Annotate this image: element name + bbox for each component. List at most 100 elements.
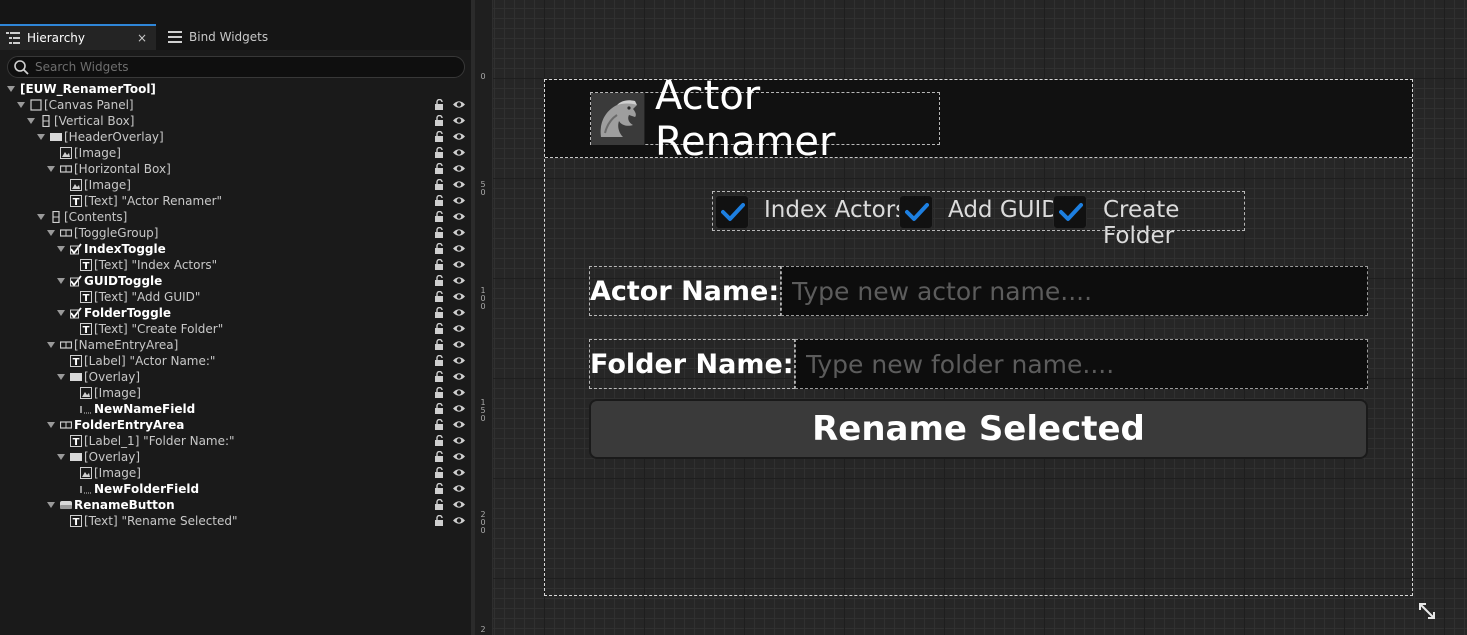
unlock-icon[interactable] [434, 434, 445, 446]
expand-arrow-icon[interactable] [56, 452, 66, 462]
unlock-icon[interactable] [434, 450, 445, 462]
tree-row[interactable]: GUIDToggle [0, 273, 471, 289]
eye-icon[interactable] [452, 515, 466, 526]
expand-arrow-icon[interactable] [46, 228, 56, 238]
tree-row[interactable]: T [Text] "Rename Selected" [0, 513, 471, 529]
tree-row[interactable]: [HeaderOverlay] [0, 129, 471, 145]
expand-arrow-icon[interactable] [56, 276, 66, 286]
eye-icon[interactable] [452, 163, 466, 174]
eye-icon[interactable] [452, 211, 466, 222]
folder-toggle-checkbox[interactable] [1053, 195, 1087, 229]
unlock-icon[interactable] [434, 210, 445, 222]
unlock-icon[interactable] [434, 130, 445, 142]
tree-row[interactable]: [Image] [0, 385, 471, 401]
close-icon[interactable]: × [137, 31, 147, 45]
title-horizontal-box[interactable]: Actor Renamer [590, 73, 940, 165]
unlock-icon[interactable] [434, 114, 445, 126]
index-toggle-checkbox[interactable] [715, 195, 749, 229]
unlock-icon[interactable] [434, 146, 445, 158]
unlock-icon[interactable] [434, 178, 445, 190]
tree-row[interactable]: FolderEntryArea [0, 417, 471, 433]
tree-row[interactable]: T [Text] "Index Actors" [0, 257, 471, 273]
expand-arrow-icon[interactable] [46, 340, 56, 350]
expand-arrow-icon[interactable] [56, 244, 66, 254]
eye-icon[interactable] [452, 99, 466, 110]
unlock-icon[interactable] [434, 498, 445, 510]
unlock-icon[interactable] [434, 466, 445, 478]
header-overlay[interactable]: Actor Renamer [545, 73, 1412, 165]
tree-row[interactable]: NewNameField [0, 401, 471, 417]
tree-row[interactable]: [Contents] [0, 209, 471, 225]
expand-arrow-icon[interactable] [46, 164, 56, 174]
unlock-icon[interactable] [434, 226, 445, 238]
eye-icon[interactable] [452, 259, 466, 270]
eye-icon[interactable] [452, 371, 466, 382]
tree-row[interactable]: [EUW_RenamerTool] [0, 81, 471, 97]
expand-arrow-icon[interactable] [56, 372, 66, 382]
tree-row[interactable]: [ToggleGroup] [0, 225, 471, 241]
tree-row[interactable]: T [Label_1] "Folder Name:" [0, 433, 471, 449]
tree-row[interactable]: [Canvas Panel] [0, 97, 471, 113]
unlock-icon[interactable] [434, 274, 445, 286]
eye-icon[interactable] [452, 115, 466, 126]
unlock-icon[interactable] [434, 290, 445, 302]
expand-arrow-icon[interactable] [36, 132, 46, 142]
tree-row[interactable]: NewFolderField [0, 481, 471, 497]
tab-bind-widgets[interactable]: Bind Widgets [160, 24, 310, 50]
unlock-icon[interactable] [434, 194, 445, 206]
unlock-icon[interactable] [434, 514, 445, 526]
tree-row[interactable]: [Overlay] [0, 369, 471, 385]
expand-arrow-icon[interactable] [56, 308, 66, 318]
actor-name-input[interactable] [792, 276, 1348, 306]
expand-arrow-icon[interactable] [26, 116, 36, 126]
unlock-icon[interactable] [434, 98, 445, 110]
eye-icon[interactable] [452, 387, 466, 398]
eye-icon[interactable] [452, 499, 466, 510]
expand-arrow-icon[interactable] [46, 420, 56, 430]
new-folder-field[interactable] [795, 339, 1368, 389]
unlock-icon[interactable] [434, 418, 445, 430]
expand-arrow-icon[interactable] [16, 100, 26, 110]
rename-selected-button[interactable]: Rename Selected [589, 399, 1368, 459]
tree-row[interactable]: IndexToggle [0, 241, 471, 257]
expand-arrow-icon[interactable] [6, 84, 16, 94]
unlock-icon[interactable] [434, 306, 445, 318]
new-name-field[interactable] [781, 266, 1368, 316]
eye-icon[interactable] [452, 419, 466, 430]
tree-row[interactable]: T [Text] "Create Folder" [0, 321, 471, 337]
tree-row[interactable]: [Image] [0, 145, 471, 161]
tree-row[interactable]: T [Text] "Add GUID" [0, 289, 471, 305]
eye-icon[interactable] [452, 291, 466, 302]
toggle-group[interactable]: Index Actors Add GUID Create Folder [712, 191, 1245, 249]
eye-icon[interactable] [452, 307, 466, 318]
unlock-icon[interactable] [434, 402, 445, 414]
unlock-icon[interactable] [434, 386, 445, 398]
folder-name-input[interactable] [806, 349, 1349, 379]
unlock-icon[interactable] [434, 322, 445, 334]
unlock-icon[interactable] [434, 370, 445, 382]
eye-icon[interactable] [452, 483, 466, 494]
eye-icon[interactable] [452, 275, 466, 286]
eye-icon[interactable] [452, 243, 466, 254]
unlock-icon[interactable] [434, 354, 445, 366]
eye-icon[interactable] [452, 131, 466, 142]
guid-toggle-checkbox[interactable] [899, 195, 933, 229]
expand-arrow-icon[interactable] [36, 212, 46, 222]
dragon-logo-icon[interactable] [591, 92, 645, 145]
search-box[interactable] [7, 56, 465, 78]
eye-icon[interactable] [452, 435, 466, 446]
tree-row[interactable]: [Vertical Box] [0, 113, 471, 129]
unlock-icon[interactable] [434, 482, 445, 494]
eye-icon[interactable] [452, 227, 466, 238]
tree-row[interactable]: FolderToggle [0, 305, 471, 321]
tree-row[interactable]: [Horizontal Box] [0, 161, 471, 177]
tree-row[interactable]: [Overlay] [0, 449, 471, 465]
unlock-icon[interactable] [434, 338, 445, 350]
eye-icon[interactable] [452, 339, 466, 350]
tab-hierarchy[interactable]: Hierarchy × [0, 24, 156, 50]
eye-icon[interactable] [452, 195, 466, 206]
eye-icon[interactable] [452, 147, 466, 158]
eye-icon[interactable] [452, 467, 466, 478]
tree-row[interactable]: T [Label] "Actor Name:" [0, 353, 471, 369]
widget-root[interactable]: Actor Renamer [544, 73, 1413, 596]
